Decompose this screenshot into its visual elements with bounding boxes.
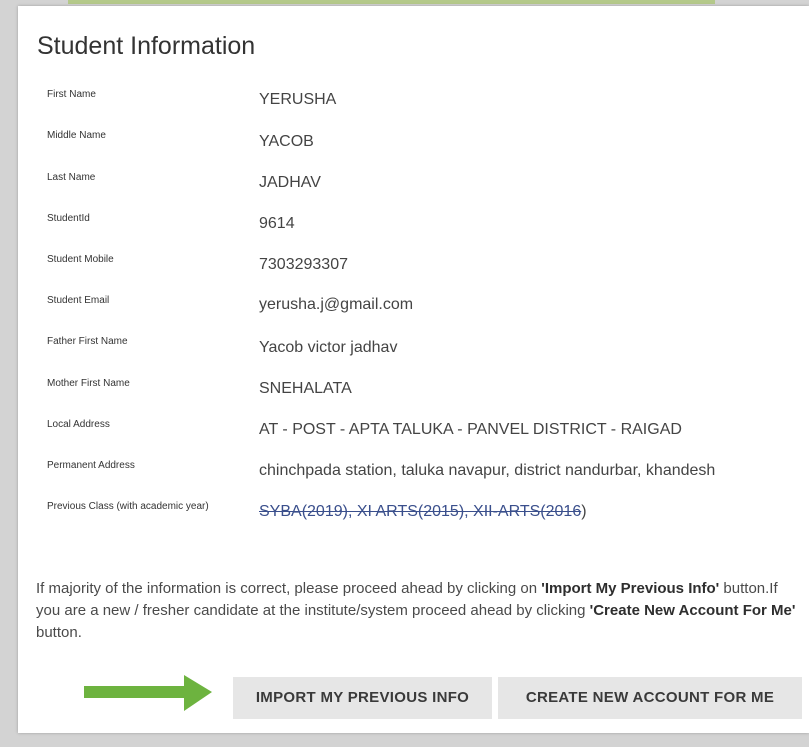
field-row-student-id: StudentId 9614	[18, 213, 809, 243]
field-label: Permanent Address	[47, 460, 135, 471]
field-label: Mother First Name	[47, 378, 130, 389]
instruction-text: If majority of the information is correc…	[36, 578, 796, 644]
field-value: chinchpada station, taluka navapur, dist…	[259, 462, 716, 479]
previous-class-suffix: )	[581, 503, 587, 520]
field-value: YERUSHA	[259, 91, 337, 108]
student-info-card: Student Information First Name YERUSHA M…	[18, 6, 809, 733]
instruction-part: If majority of the information is correc…	[36, 580, 542, 597]
right-arrow-icon	[84, 675, 212, 711]
field-value: 7303293307	[259, 256, 348, 273]
field-row-previous-class: Previous Class (with academic year) SYBA…	[18, 501, 809, 531]
previous-class-link[interactable]: SYBA(2019), XI ARTS(2015), XII-ARTS(2016	[259, 503, 581, 520]
field-label: Student Email	[47, 295, 110, 306]
field-row-last-name: Last Name JADHAV	[18, 172, 809, 202]
field-label: Student Mobile	[47, 254, 114, 265]
field-value: yerusha.j@gmail.com	[259, 296, 414, 313]
field-label: Father First Name	[47, 336, 128, 347]
field-row-student-mobile: Student Mobile 7303293307	[18, 254, 809, 284]
field-row-student-email: Student Email yerusha.j@gmail.com	[18, 295, 809, 325]
field-row-mother-name: Mother First Name SNEHALATA	[18, 378, 809, 408]
instruction-bold: 'Create New Account For Me'	[589, 602, 796, 619]
field-label: StudentId	[47, 213, 90, 224]
field-value: JADHAV	[259, 174, 321, 191]
field-label: Last Name	[47, 172, 96, 183]
field-row-local-address: Local Address AT - POST - APTA TALUKA - …	[18, 419, 809, 449]
field-label: Middle Name	[47, 130, 106, 141]
import-previous-info-button[interactable]: IMPORT MY PREVIOUS INFO	[233, 677, 492, 719]
field-value: AT - POST - APTA TALUKA - PANVEL DISTRIC…	[259, 421, 682, 438]
field-label: Previous Class (with academic year)	[47, 501, 209, 512]
field-value: YACOB	[259, 133, 314, 150]
top-accent-bar	[68, 0, 715, 4]
field-row-permanent-address: Permanent Address chinchpada station, ta…	[18, 460, 809, 490]
instruction-part: button.	[36, 624, 82, 641]
field-row-middle-name: Middle Name YACOB	[18, 130, 809, 160]
field-row-father-name: Father First Name Yacob victor jadhav	[18, 336, 809, 366]
field-label: First Name	[47, 89, 96, 100]
previous-class-value: SYBA(2019), XI ARTS(2015), XII-ARTS(2016…	[259, 503, 587, 521]
instruction-bold: 'Import My Previous Info'	[541, 580, 720, 597]
field-value: Yacob victor jadhav	[259, 339, 398, 356]
field-value: SNEHALATA	[259, 380, 352, 397]
field-label: Local Address	[47, 419, 110, 430]
create-new-account-button[interactable]: CREATE NEW ACCOUNT FOR ME	[498, 677, 802, 719]
card-title: Student Information	[37, 32, 256, 60]
field-value: 9614	[259, 215, 295, 232]
field-row-first-name: First Name YERUSHA	[18, 89, 809, 119]
